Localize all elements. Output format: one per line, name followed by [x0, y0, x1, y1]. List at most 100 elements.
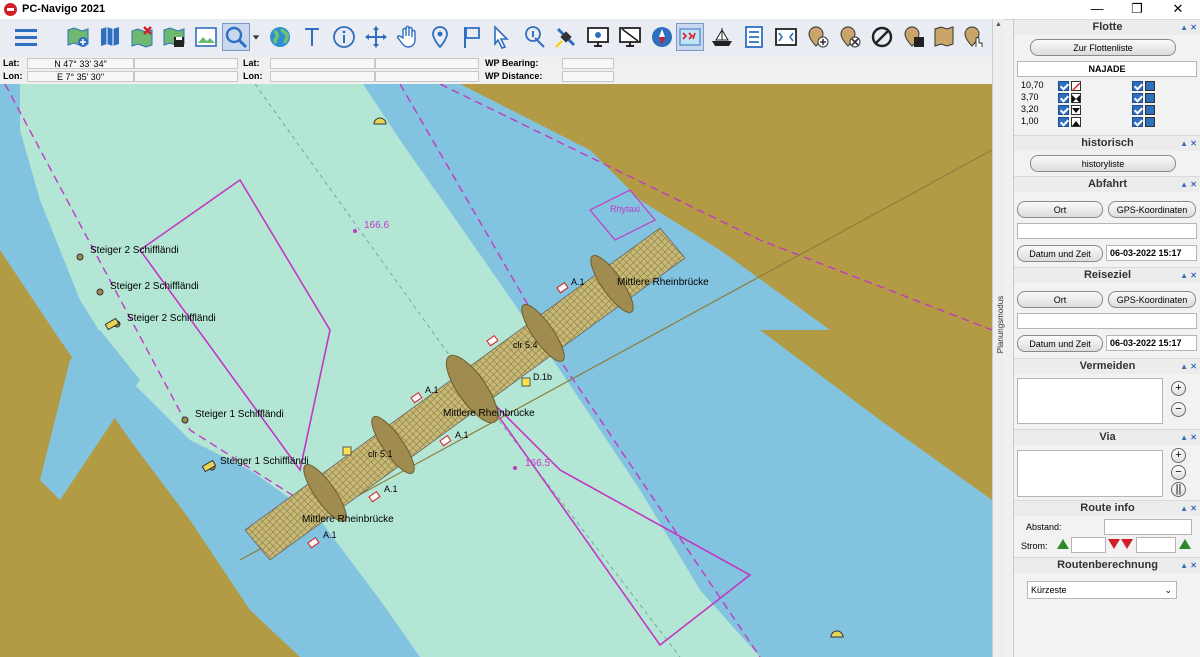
add-chart-button[interactable] [64, 23, 92, 51]
strom-label: Strom: [1021, 541, 1048, 551]
chart-list-button[interactable] [96, 23, 124, 51]
select-pointer-button[interactable] [488, 23, 516, 51]
chart-canvas[interactable]: Steiger 2 Schiffländi Steiger 2 Schifflä… [0, 84, 992, 657]
vermeiden-list[interactable] [1017, 378, 1163, 424]
routenberechnung-select[interactable]: Kürzeste ⌄ [1027, 581, 1177, 599]
planungsmodus-tab[interactable]: Planungsmodus [996, 290, 1012, 360]
zoom-dropdown[interactable] [250, 23, 262, 51]
pin-icon [432, 26, 448, 49]
historyliste-button[interactable]: historyliste [1030, 155, 1176, 172]
height-checkbox[interactable] [1132, 105, 1143, 115]
abfahrt-ort-button[interactable]: Ort [1017, 201, 1103, 218]
collapse-close-icon[interactable]: ▲ ✕ [1180, 268, 1197, 283]
checklist-button[interactable] [740, 23, 768, 51]
height-checkbox[interactable] [1132, 117, 1143, 127]
height-checkbox[interactable] [1132, 81, 1143, 91]
pointer-icon [494, 25, 509, 49]
remove-location-button[interactable] [836, 23, 864, 51]
maximize-button[interactable]: ❐ [1117, 0, 1157, 19]
via-pause-button[interactable]: || [1171, 482, 1186, 497]
vermeiden-title: Vermeiden [1079, 360, 1136, 372]
height-checkbox[interactable] [1058, 105, 1069, 115]
vermeiden-remove-button[interactable]: − [1171, 402, 1186, 417]
waypoint-flag-button[interactable] [458, 23, 486, 51]
screen-off-button[interactable] [616, 23, 644, 51]
scroll-up-icon[interactable]: ▲ [994, 21, 1003, 31]
vessel-button[interactable] [708, 23, 736, 51]
compass-button[interactable] [648, 23, 676, 51]
abfahrt-input[interactable] [1017, 223, 1197, 239]
close-button[interactable]: ✕ [1158, 0, 1198, 19]
zur-flottenliste-button[interactable]: Zur Flottenliste [1030, 39, 1176, 56]
reiseziel-datetime[interactable]: 06-03-2022 15:17 [1106, 335, 1197, 351]
collapse-close-icon[interactable]: ▲ ✕ [1180, 177, 1197, 192]
vermeiden-add-button[interactable]: + [1171, 381, 1186, 396]
via-list[interactable] [1017, 450, 1163, 497]
collapse-close-icon[interactable]: ▲ ✕ [1180, 136, 1197, 151]
image-chart-button[interactable] [192, 23, 220, 51]
reiseziel-gps-button[interactable]: GPS-Koordinaten [1108, 291, 1196, 308]
move-button[interactable] [362, 23, 390, 51]
open-map-button[interactable] [930, 23, 958, 51]
wp-distance-label: WP Distance: [485, 71, 543, 81]
planungsmodus-label: Planungsmodus [996, 295, 1006, 354]
satellite-button[interactable] [552, 23, 580, 51]
berth-point[interactable] [181, 416, 189, 424]
info-button[interactable] [330, 23, 358, 51]
block-button[interactable] [868, 23, 896, 51]
height-checkbox[interactable] [1058, 81, 1069, 91]
zoom-button[interactable] [222, 23, 250, 51]
app-logo-icon [4, 3, 17, 16]
abfahrt-datum-button[interactable]: Datum und Zeit [1017, 245, 1103, 262]
collapse-close-icon[interactable]: ▲ ✕ [1180, 558, 1197, 573]
draught-indicator-icon [1145, 81, 1155, 91]
wp-distance-value [562, 71, 614, 82]
poi-button[interactable] [520, 23, 548, 51]
monitor-off-icon [619, 27, 641, 47]
collapse-close-icon[interactable]: ▲ ✕ [1180, 359, 1197, 374]
save-location-button[interactable] [900, 23, 928, 51]
route-panel: Flotte ▲ ✕ Zur Flottenliste NAJADE 10,70 … [1013, 19, 1200, 657]
sign-label: A.1 [571, 277, 585, 287]
delete-chart-button[interactable] [128, 23, 156, 51]
globe-button[interactable] [266, 23, 294, 51]
collapse-close-icon[interactable]: ▲ ✕ [1180, 501, 1197, 516]
text-tool-button[interactable] [298, 23, 326, 51]
draught-indicator-icon [1071, 105, 1081, 115]
abfahrt-datetime[interactable]: 06-03-2022 15:17 [1106, 245, 1197, 261]
touch-location-button[interactable] [960, 23, 988, 51]
height-checkbox[interactable] [1058, 117, 1069, 127]
chart-map[interactable]: Steiger 2 Schiffländi Steiger 2 Schifflä… [0, 84, 992, 657]
via-add-button[interactable]: + [1171, 448, 1186, 463]
screen-button[interactable] [584, 23, 612, 51]
menu-button[interactable] [10, 23, 42, 51]
reiseziel-ort-button[interactable]: Ort [1017, 291, 1103, 308]
berth-point[interactable] [76, 253, 84, 261]
lon-value: E 7° 35' 30" [27, 71, 134, 82]
height-checkbox[interactable] [1132, 93, 1143, 103]
add-location-button[interactable] [804, 23, 832, 51]
minimize-button[interactable]: — [1077, 0, 1117, 19]
height-checkbox[interactable] [1058, 93, 1069, 103]
chart-overlay-button[interactable] [676, 23, 704, 51]
collapse-close-icon[interactable]: ▲ ✕ [1180, 430, 1197, 445]
main-toolbar: ▾ [0, 19, 1003, 58]
km-marker [353, 229, 357, 233]
abfahrt-gps-button[interactable]: GPS-Koordinaten [1108, 201, 1196, 218]
clearance-sign[interactable] [521, 377, 531, 387]
reiseziel-datum-button[interactable]: Datum und Zeit [1017, 335, 1103, 352]
berth-point[interactable] [96, 288, 104, 296]
save-chart-button[interactable] [160, 23, 188, 51]
clearance-sign[interactable] [342, 446, 352, 456]
chevron-down-icon[interactable]: ⌄ [1164, 582, 1172, 598]
abstand-value [1104, 519, 1192, 535]
pan-button[interactable] [394, 23, 422, 51]
map-save-icon [163, 27, 185, 47]
reiseziel-input[interactable] [1017, 313, 1197, 329]
collapse-close-icon[interactable]: ▲ ✕ [1180, 20, 1197, 35]
bridge-label: Mittlere Rheinbrücke [617, 277, 709, 288]
fit-screen-button[interactable] [772, 23, 800, 51]
via-remove-button[interactable]: − [1171, 465, 1186, 480]
location-pin-button[interactable] [426, 23, 454, 51]
km-label: 166.5 [525, 458, 550, 469]
